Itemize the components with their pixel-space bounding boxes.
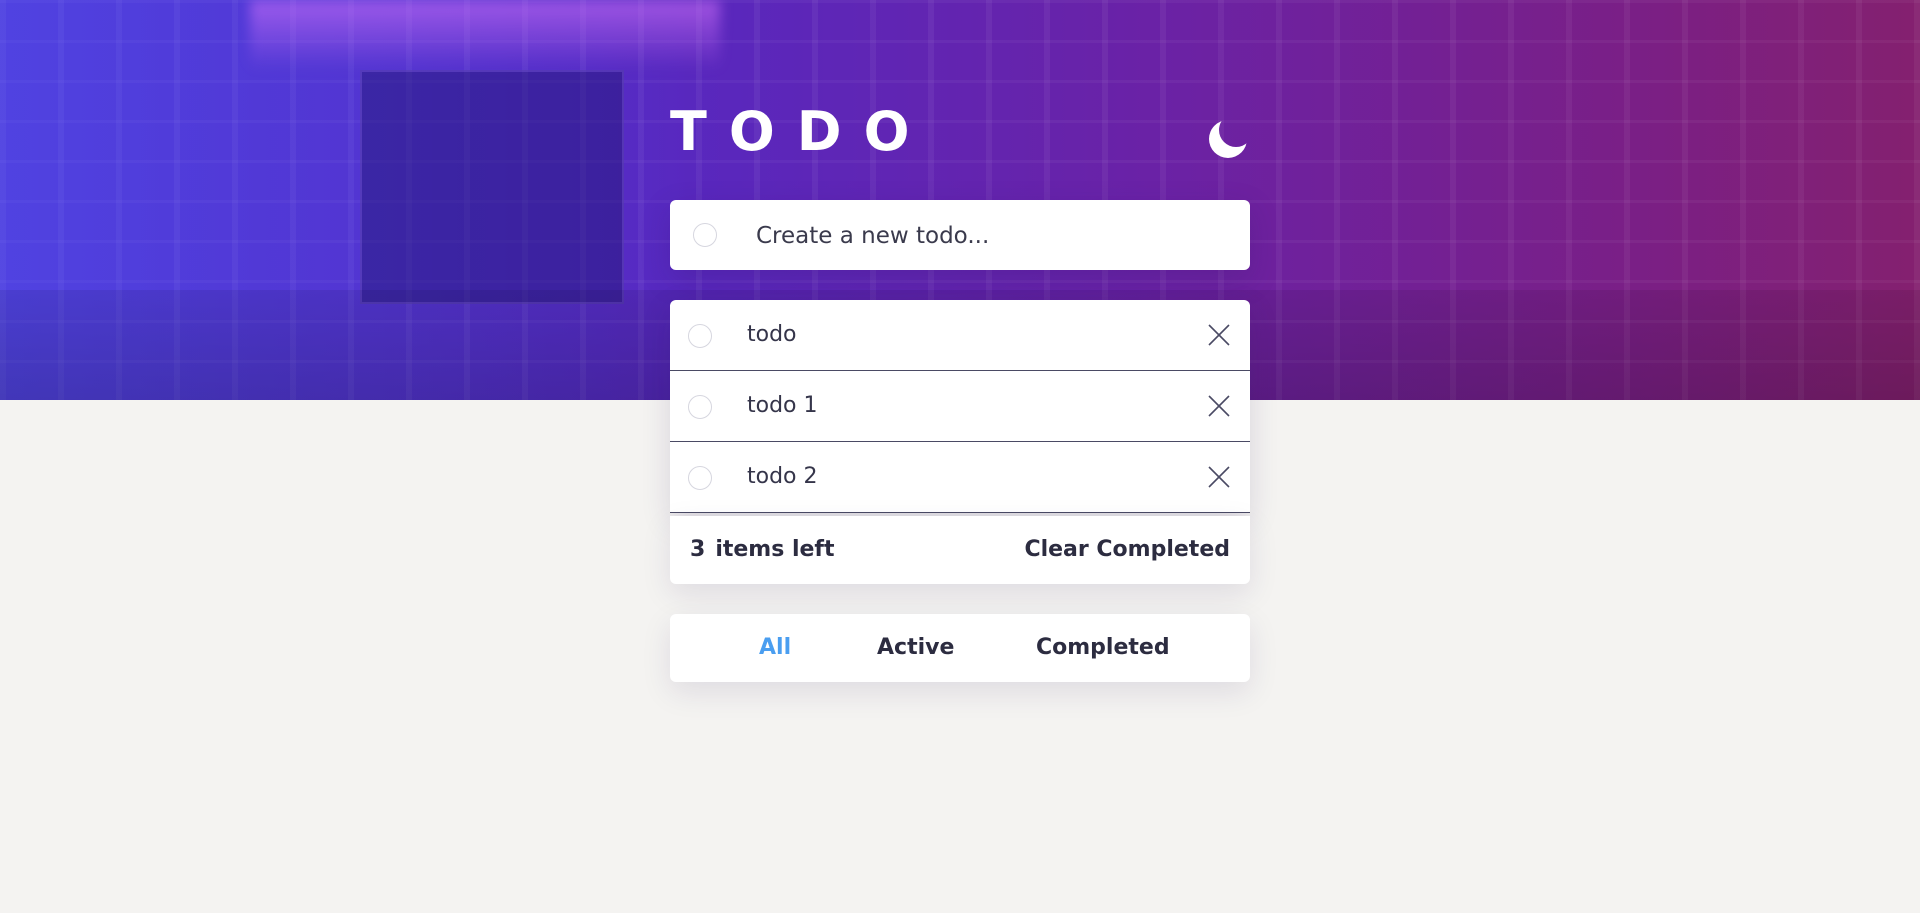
todo-text: todo 1 bbox=[747, 393, 818, 418]
delete-todo-button[interactable] bbox=[1206, 322, 1232, 348]
items-left-label: items left bbox=[715, 537, 835, 562]
close-icon bbox=[1208, 466, 1230, 488]
todo-footer: 3 items left Clear Completed bbox=[670, 516, 1250, 584]
todo-item[interactable]: todo bbox=[670, 300, 1250, 371]
todo-check-circle[interactable] bbox=[688, 466, 712, 490]
close-icon bbox=[1208, 324, 1230, 346]
new-todo-box bbox=[670, 200, 1250, 270]
delete-todo-button[interactable] bbox=[1206, 393, 1232, 419]
todo-item[interactable]: todo 2 bbox=[670, 442, 1250, 513]
delete-todo-button[interactable] bbox=[1206, 464, 1232, 490]
new-todo-input[interactable] bbox=[754, 215, 1228, 257]
hero-corridor-image bbox=[360, 70, 624, 304]
filter-completed-button[interactable]: Completed bbox=[1036, 633, 1170, 663]
todo-check-circle[interactable] bbox=[688, 324, 712, 348]
todo-text: todo bbox=[747, 322, 797, 347]
filter-all-button[interactable]: All bbox=[759, 633, 791, 663]
theme-toggle-button[interactable] bbox=[1206, 117, 1250, 161]
todo-check-circle[interactable] bbox=[688, 395, 712, 419]
filter-bar: All Active Completed bbox=[670, 614, 1250, 682]
close-icon bbox=[1208, 395, 1230, 417]
todo-text: todo 2 bbox=[747, 464, 818, 489]
moon-icon bbox=[1209, 120, 1247, 158]
hero-ceiling-light bbox=[250, 0, 720, 70]
app-header: TODO bbox=[670, 100, 1250, 163]
todo-item[interactable]: todo 1 bbox=[670, 371, 1250, 442]
clear-completed-button[interactable]: Clear Completed bbox=[1024, 535, 1230, 565]
todo-list: todo todo 1 todo 2 bbox=[670, 300, 1250, 513]
filter-active-button[interactable]: Active bbox=[877, 633, 954, 663]
new-todo-check-circle[interactable] bbox=[693, 223, 717, 247]
items-left-counter: 3 items left bbox=[690, 535, 835, 565]
items-left-count: 3 bbox=[690, 537, 706, 562]
app-title: TODO bbox=[670, 100, 932, 163]
